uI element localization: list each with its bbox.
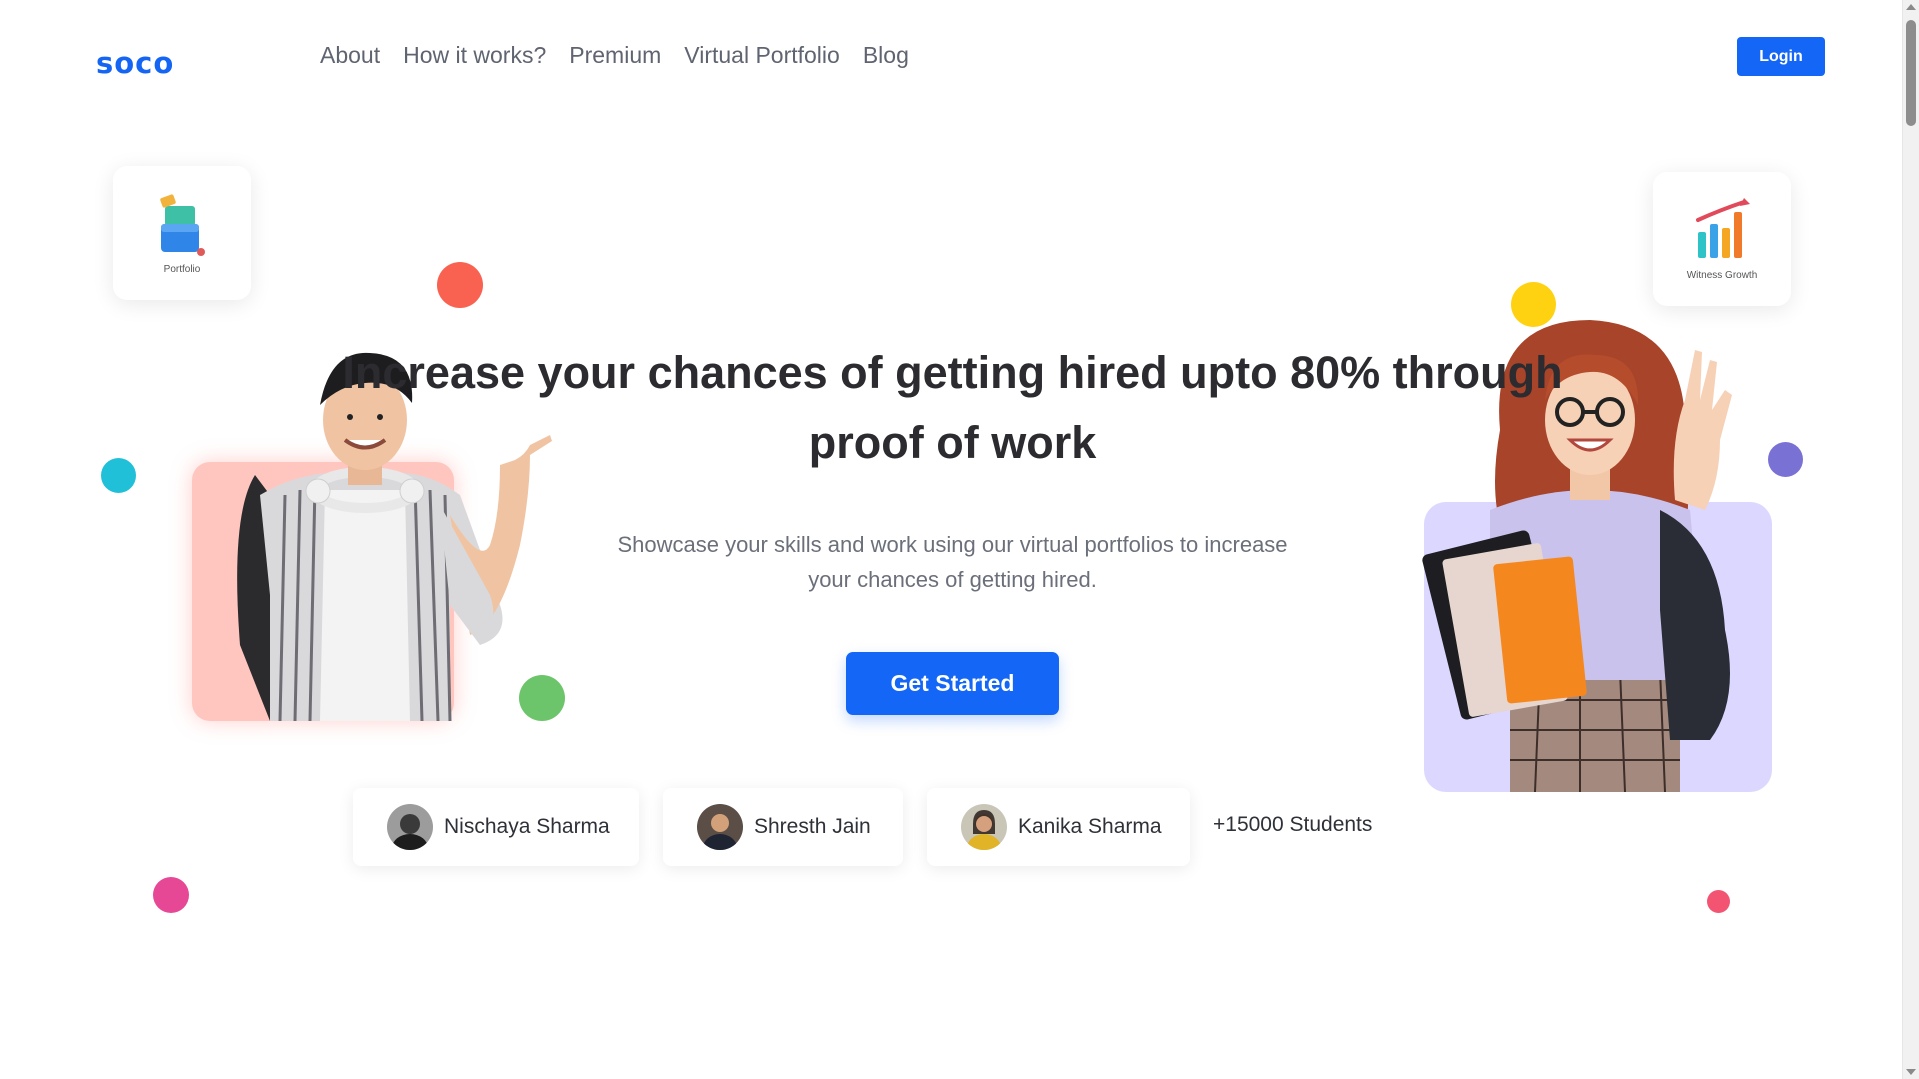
student-chip[interactable]: Shresth Jain (663, 788, 903, 866)
hero-subtext: Showcase your skills and work using our … (560, 527, 1345, 597)
avatar (697, 804, 743, 850)
scroll-down-icon[interactable] (1906, 1069, 1916, 1075)
get-started-button[interactable]: Get Started (846, 652, 1059, 715)
nav-premium[interactable]: Premium (569, 42, 661, 69)
students-count: +15000 Students (1213, 813, 1373, 836)
vertical-scrollbar[interactable] (1902, 0, 1919, 1079)
nav-how-it-works[interactable]: How it works? (403, 42, 546, 69)
portfolio-card-label: Portfolio (163, 263, 201, 275)
hero-subtext-line1: Showcase your skills and work using our … (617, 532, 1288, 557)
student-name: Nischaya Sharma (444, 815, 610, 838)
scrollbar-thumb[interactable] (1906, 20, 1916, 126)
landing-page: soco About How it works? Premium Virtual… (0, 0, 1903, 1079)
growth-chart-icon (1696, 197, 1750, 258)
nav-blog[interactable]: Blog (863, 42, 909, 69)
hero-headline-line1: Increase your chances of getting hired u… (342, 347, 1563, 398)
login-button[interactable]: Login (1737, 37, 1825, 76)
student-chip[interactable]: Kanika Sharma (927, 788, 1190, 866)
scroll-up-icon[interactable] (1906, 4, 1916, 10)
hero-headline: Increase your chances of getting hired u… (330, 338, 1575, 478)
growth-card: Witness Growth (1653, 172, 1791, 306)
avatar (387, 804, 433, 850)
portfolio-icon (160, 193, 205, 256)
student-name: Shresth Jain (754, 815, 871, 838)
decor-dot-rose (1707, 890, 1730, 913)
decor-dot-red (437, 262, 483, 308)
hero-subtext-line2: your chances of getting hired. (808, 567, 1097, 592)
hero-headline-line2: proof of work (808, 417, 1097, 468)
student-name: Kanika Sharma (1018, 815, 1162, 838)
main-nav: About How it works? Premium Virtual Port… (320, 42, 909, 69)
avatar (961, 804, 1007, 850)
nav-virtual-portfolio[interactable]: Virtual Portfolio (684, 42, 840, 69)
growth-card-label: Witness Growth (1686, 269, 1758, 281)
decor-dot-cyan (101, 458, 136, 493)
soco-logo[interactable]: soco (96, 46, 174, 80)
portfolio-card: Portfolio (113, 166, 251, 300)
nav-about[interactable]: About (320, 42, 380, 69)
student-chip[interactable]: Nischaya Sharma (353, 788, 639, 866)
decor-dot-pink (153, 877, 189, 913)
